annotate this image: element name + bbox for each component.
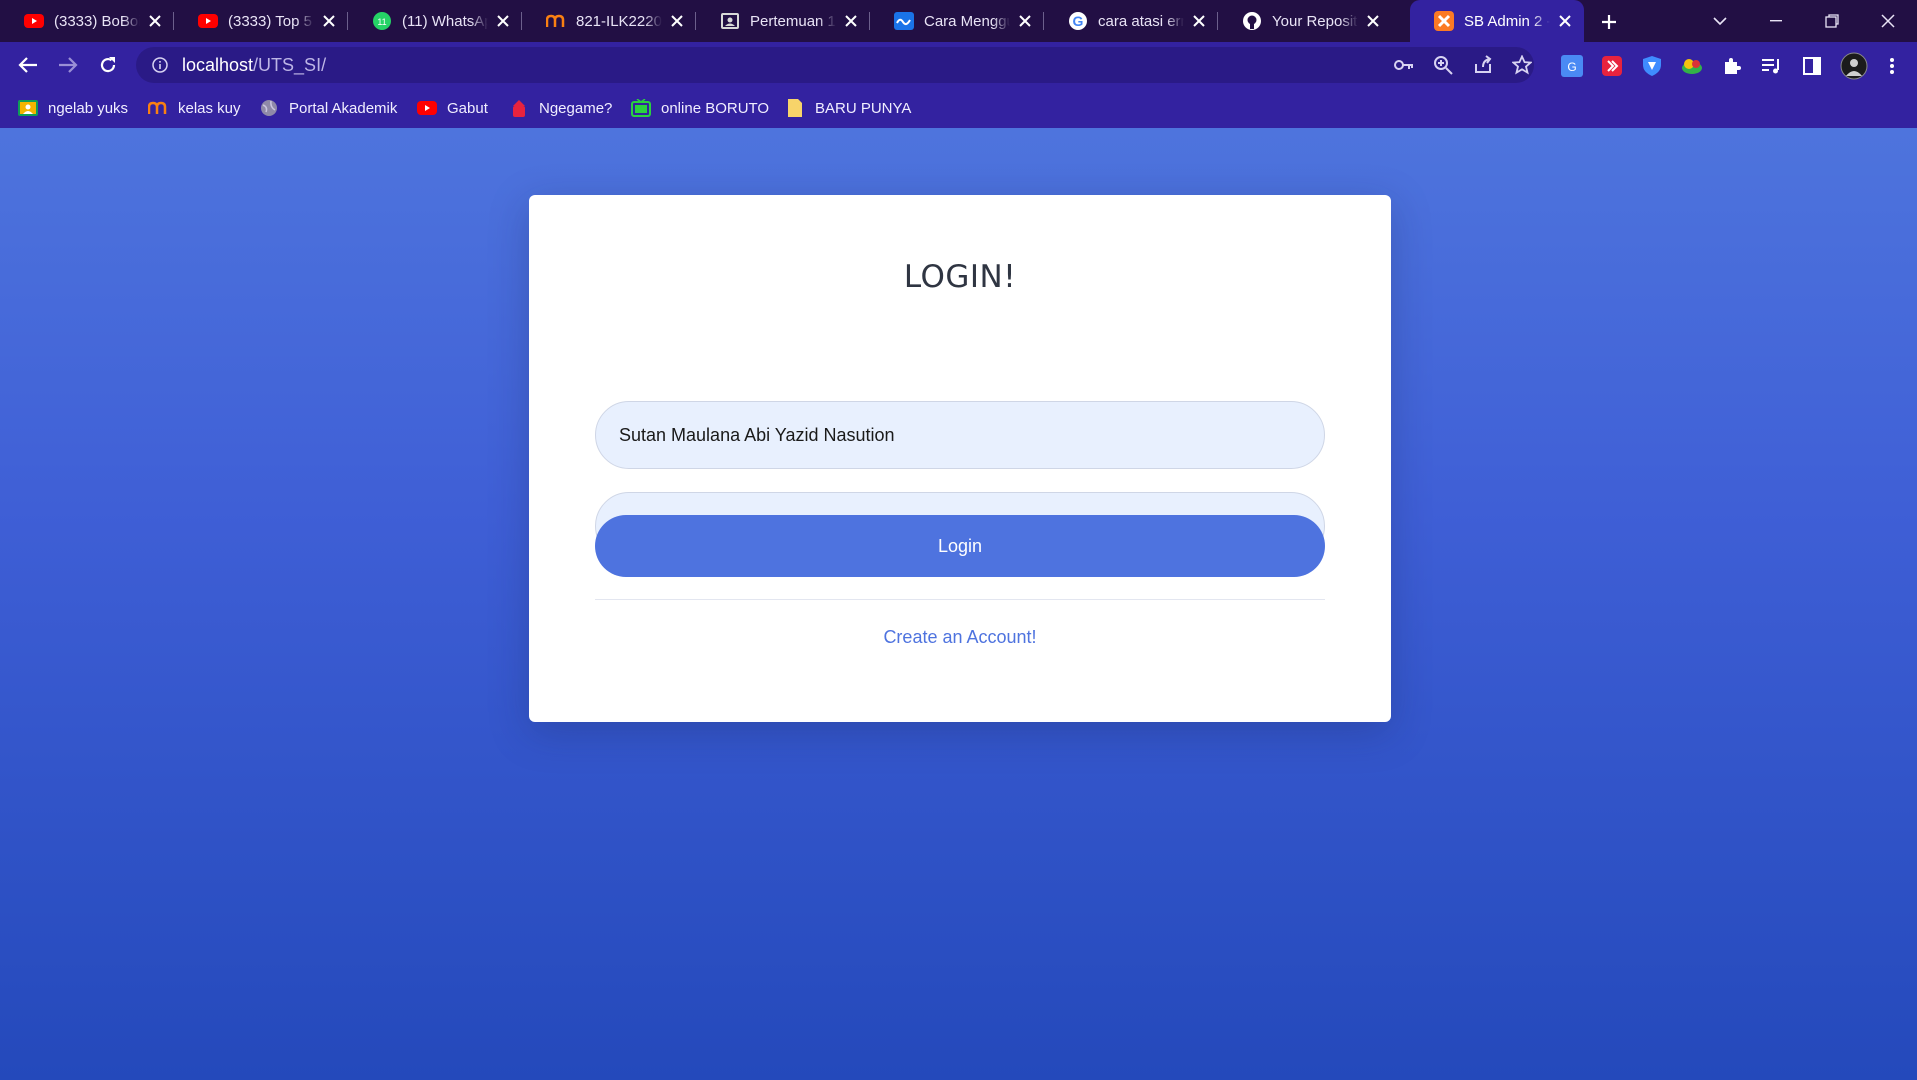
whatsapp-icon: 11	[372, 11, 392, 31]
moodle-icon	[546, 11, 566, 31]
youtube-icon	[198, 11, 218, 31]
tab-title: SB Admin 2 - Login	[1464, 12, 1550, 30]
close-icon	[1881, 14, 1895, 28]
plus-icon	[1602, 15, 1616, 29]
bookmark-gabut[interactable]: Gabut	[417, 88, 488, 128]
bookmarks-bar: ngelab yuks kelas kuy Portal Akademik Ga…	[0, 88, 1917, 128]
bookmark-ngegame[interactable]: Ngegame?	[509, 88, 612, 128]
star-icon[interactable]	[1512, 55, 1532, 75]
classroom-icon	[720, 11, 740, 31]
download-extension-icon[interactable]	[1600, 54, 1624, 78]
create-account-link[interactable]: Create an Account!	[529, 627, 1391, 648]
youtube-icon	[417, 98, 437, 118]
divider	[595, 599, 1325, 600]
tab-search-button[interactable]	[1692, 0, 1748, 42]
folder-icon	[785, 98, 805, 118]
tab-title: Cara Menggunakan	[924, 12, 1010, 30]
moodle-icon	[148, 98, 168, 118]
tab-title: Pertemuan 10	[750, 12, 836, 30]
bookmark-kelas-kuy[interactable]: kelas kuy	[148, 88, 241, 128]
arrow-left-icon	[18, 57, 37, 73]
shield-extension-icon[interactable]	[1640, 54, 1664, 78]
tab-sb-admin-active[interactable]: SB Admin 2 - Login	[1410, 0, 1584, 42]
restore-icon	[1825, 14, 1839, 28]
kebab-menu-icon[interactable]	[1880, 54, 1904, 78]
minimize-button[interactable]	[1748, 0, 1804, 42]
tab-whatsapp[interactable]: 11 (11) WhatsApp	[348, 0, 522, 42]
tv-icon	[631, 98, 651, 118]
close-icon[interactable]	[1190, 12, 1208, 30]
tab-youtube-boboiboy[interactable]: (3333) BoBoiBoy	[0, 0, 174, 42]
colorful-extension-icon[interactable]	[1680, 54, 1704, 78]
info-icon[interactable]	[150, 55, 170, 75]
chevron-down-icon	[1713, 17, 1727, 26]
key-icon[interactable]	[1394, 55, 1414, 75]
share-icon[interactable]	[1473, 55, 1493, 75]
svg-text:G: G	[1567, 60, 1576, 74]
login-title: LOGIN!	[903, 259, 1017, 295]
arrow-right-icon	[59, 57, 78, 73]
wave-icon	[894, 11, 914, 31]
close-icon[interactable]	[668, 12, 686, 30]
url-text: localhost/UTS_SI/	[182, 54, 327, 75]
svg-text:11: 11	[377, 17, 386, 27]
translate-extension-icon[interactable]: G	[1560, 54, 1584, 78]
bookmark-portal-akademik[interactable]: Portal Akademik	[259, 88, 397, 128]
close-icon[interactable]	[1364, 12, 1382, 30]
close-icon[interactable]	[1556, 12, 1574, 30]
bookmark-ngelab-yuks[interactable]: ngelab yuks	[18, 88, 128, 128]
login-button[interactable]: Login	[595, 515, 1325, 577]
reload-button[interactable]	[92, 49, 124, 81]
window-close-button[interactable]	[1860, 0, 1916, 42]
tab-title: cara atasi error	[1098, 12, 1184, 30]
bookmark-baru-punya[interactable]: BARU PUNYA	[785, 88, 911, 128]
username-input[interactable]: Sutan Maulana Abi Yazid Nasution	[595, 401, 1325, 469]
puzzle-icon[interactable]	[1720, 54, 1744, 78]
side-panel-icon[interactable]	[1800, 54, 1824, 78]
browser-toolbar: localhost/UTS_SI/	[0, 42, 1917, 88]
tab-title: (11) WhatsApp	[402, 12, 488, 30]
tab-title: (3333) Top 5 of	[228, 12, 314, 30]
media-queue-icon[interactable]	[1760, 54, 1784, 78]
github-icon	[1242, 11, 1262, 31]
address-bar[interactable]: localhost/UTS_SI/	[136, 47, 1534, 83]
svg-text:G: G	[1073, 13, 1084, 29]
close-icon[interactable]	[842, 12, 860, 30]
classroom-icon	[18, 98, 38, 118]
profile-avatar[interactable]	[1840, 52, 1868, 80]
close-icon[interactable]	[320, 12, 338, 30]
tab-pertemuan[interactable]: Pertemuan 10	[696, 0, 870, 42]
xampp-icon	[1434, 11, 1454, 31]
tab-moodle-course[interactable]: 821-ILK2220-C	[522, 0, 696, 42]
youtube-icon	[24, 11, 44, 31]
globe-icon	[259, 98, 279, 118]
minimize-icon	[1770, 20, 1782, 22]
close-icon[interactable]	[494, 12, 512, 30]
close-icon[interactable]	[146, 12, 164, 30]
game-icon	[509, 98, 529, 118]
tab-title: 821-ILK2220-C	[576, 12, 662, 30]
reload-icon	[100, 57, 116, 73]
login-card: LOGIN! Sutan Maulana Abi Yazid Nasution …	[529, 195, 1391, 722]
close-icon[interactable]	[1016, 12, 1034, 30]
page-background: LOGIN! Sutan Maulana Abi Yazid Nasution …	[0, 128, 1917, 1080]
tab-google-search[interactable]: G cara atasi error	[1044, 0, 1218, 42]
tab-cara-menggunakan[interactable]: Cara Menggunakan	[870, 0, 1044, 42]
new-tab-button[interactable]	[1595, 8, 1623, 36]
back-button[interactable]	[12, 49, 44, 81]
tab-strip: (3333) BoBoiBoy (3333) Top 5 of 11 (11) …	[0, 0, 1917, 42]
tab-title: (3333) BoBoiBoy	[54, 12, 140, 30]
restore-button[interactable]	[1804, 0, 1860, 42]
tab-github[interactable]: Your Repositories	[1218, 0, 1392, 42]
zoom-icon[interactable]	[1433, 55, 1453, 75]
tab-title: Your Repositories	[1272, 12, 1358, 30]
tab-youtube-top5[interactable]: (3333) Top 5 of	[174, 0, 348, 42]
forward-button[interactable]	[52, 49, 84, 81]
bookmark-online-boruto[interactable]: online BORUTO	[631, 88, 769, 128]
google-icon: G	[1068, 11, 1088, 31]
